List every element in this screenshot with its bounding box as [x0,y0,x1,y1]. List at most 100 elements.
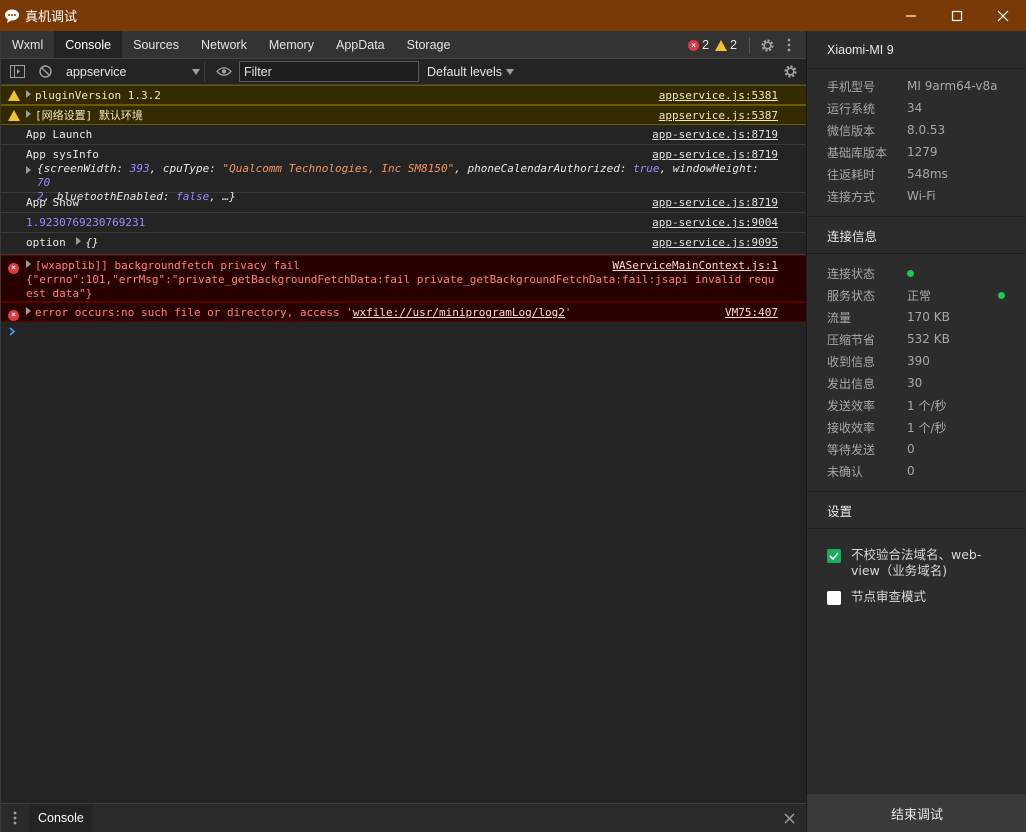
info-value: 34 [907,101,923,115]
info-value: 1279 [907,145,938,159]
log-source-link[interactable]: WAServiceMainContext.js:1 [612,259,778,273]
status-dot-icon [998,291,1005,299]
maximize-button[interactable] [934,0,980,31]
block-icon [38,65,52,78]
conn-value: 正常 [907,288,932,303]
obj-text: , cpuType: [149,162,223,175]
obj-string: "Qualcomm Technologies, Inc SM8150" [222,162,455,175]
tab-wxml[interactable]: Wxml [1,31,54,58]
expand-arrow-icon[interactable] [26,110,31,118]
error-icon: × [688,39,700,51]
checkbox-checked[interactable] [827,549,841,563]
log-source-link[interactable]: app-service.js:9095 [652,236,778,250]
checkbox-unchecked[interactable] [827,591,841,605]
conn-row: 接收效率 1 个/秒 [807,416,1026,438]
connection-info: 连接状态 服务状态 正常 流量 170 KB 压缩节省 532 KB 收到信息 390 … [807,254,1026,491]
end-debug-button[interactable]: 结束调试 [807,794,1026,832]
expand-arrow-icon[interactable] [26,260,31,268]
log-source-link[interactable]: VM75:407 [725,306,778,320]
log-row-warning: pluginVersion 1.3.2 appservice.js:5381 [1,85,806,105]
expand-arrow-icon[interactable] [26,166,31,174]
obj-text: , windowHeight: [659,162,759,175]
log-message: App sysInfo [26,148,99,161]
tab-memory[interactable]: Memory [258,31,325,58]
log-row: App Launch app-service.js:8719 [1,125,806,145]
log-source-link[interactable]: appservice.js:5381 [659,89,778,103]
conn-key: 压缩节省 [827,332,876,347]
conn-value: 390 [907,354,930,368]
console-settings-button[interactable] [779,61,801,83]
kebab-menu-icon [787,38,791,52]
log-message: App Launch [26,128,93,141]
conn-row: 流量 170 KB [807,306,1026,328]
expand-arrow-icon[interactable] [26,307,31,315]
settings-button[interactable] [756,34,778,56]
conn-value: 30 [907,376,923,390]
log-levels-value: Default levels [427,64,503,79]
log-source-link[interactable]: app-service.js:8719 [652,148,778,162]
warning-count-value: 2 [730,38,737,52]
expand-arrow-icon[interactable] [76,237,82,245]
log-source-link[interactable]: app-service.js:9004 [652,216,778,230]
info-value: MI 9arm64-v8a [907,79,998,93]
info-key: 微信版本 [827,123,876,138]
toggle-sidebar-button[interactable] [6,61,28,83]
expand-arrow-icon[interactable] [26,90,31,98]
info-row: 运行系统 34 [807,97,1026,119]
minimize-button[interactable] [888,0,934,31]
devtools-panel: Wxml Console Sources Network Memory AppD… [0,31,806,832]
conn-value: 0 [907,464,915,478]
log-source-link[interactable]: app-service.js:8719 [652,128,778,142]
tab-sources[interactable]: Sources [122,31,190,58]
more-menu-button[interactable] [778,34,800,56]
log-source-link[interactable]: app-service.js:8719 [652,196,778,210]
conn-key: 等待发送 [827,442,876,457]
log-message: option [26,236,66,249]
live-expression-button[interactable] [213,61,235,83]
error-icon: × [8,260,19,274]
minimize-icon [906,14,916,17]
drawer-tab-console[interactable]: Console [29,804,93,832]
console-toolbar: appservice Default levels [1,59,806,85]
log-levels-select[interactable]: Default levels [427,64,515,79]
log-row: App sysInfo app-service.js:8719 {screenW… [1,145,806,203]
filter-input[interactable] [239,61,419,82]
skip-domain-check-option[interactable]: 不校验合法域名、web-view（业务域名) [807,547,1026,579]
conn-row: 压缩节省 532 KB [807,328,1026,350]
eye-icon [216,67,232,76]
tab-console[interactable]: Console [54,31,123,58]
tab-network[interactable]: Network [190,31,258,58]
error-count[interactable]: × 2 [688,38,709,52]
conn-key: 服务状态 [827,288,876,303]
info-key: 运行系统 [827,101,876,116]
close-window-button[interactable] [980,0,1026,31]
console-drawer: Console [1,803,806,832]
console-prompt[interactable] [1,322,806,343]
log-row-error: × error occurs:no such file or directory… [1,302,806,322]
error-icon: × [8,307,19,321]
node-inspect-option[interactable]: 节点审查模式 [807,589,1026,605]
log-number: 1.9230769230769231 [26,216,146,229]
clear-console-button[interactable] [34,61,56,83]
file-link[interactable]: wxfile://usr/miniprogramLog/log2 [353,306,565,319]
conn-key: 收到信息 [827,354,876,369]
object-preview[interactable]: {} [85,236,98,249]
caret-down-icon [506,68,515,75]
context-select[interactable]: appservice [62,61,205,82]
log-message: App Show [26,196,79,209]
devtools-tabbar: Wxml Console Sources Network Memory AppD… [1,31,806,59]
prompt-chevron-icon [9,327,16,336]
drawer-menu-button[interactable] [1,807,29,829]
warning-count[interactable]: 2 [715,38,737,52]
obj-number: 70 [37,176,51,189]
caret-down-icon [192,68,200,75]
log-row: 1.9230769230769231 app-service.js:9004 [1,213,806,233]
tab-appdata[interactable]: AppData [325,31,396,58]
conn-row: 未确认 0 [807,460,1026,482]
warning-icon [715,39,728,51]
close-drawer-button[interactable] [778,807,800,829]
obj-boolean: true [633,162,660,175]
tab-storage[interactable]: Storage [396,31,462,58]
log-message: pluginVersion 1.3.2 [35,89,161,102]
log-source-link[interactable]: appservice.js:5387 [659,109,778,123]
